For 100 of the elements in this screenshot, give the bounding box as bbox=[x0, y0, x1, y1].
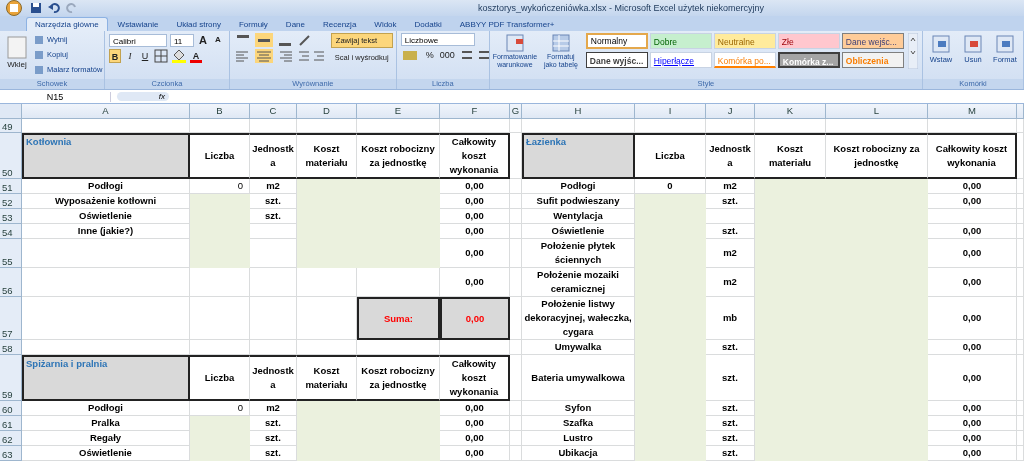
table-cell: 0,00 bbox=[440, 209, 510, 224]
borders-icon[interactable] bbox=[154, 49, 168, 63]
table-cell: 0,00 bbox=[440, 431, 510, 446]
ribbon-tab[interactable]: Dodatki bbox=[406, 18, 450, 31]
row-number[interactable]: 54 bbox=[0, 224, 22, 239]
number-format-field[interactable]: Liczbowe bbox=[400, 33, 475, 46]
input-cell bbox=[190, 446, 250, 461]
column-header-cell: Jednostka bbox=[250, 133, 297, 179]
row-number[interactable]: 58 bbox=[0, 340, 22, 355]
table-cell: 0,00 bbox=[440, 446, 510, 461]
column-header[interactable]: J bbox=[706, 104, 755, 119]
font-name-field[interactable]: Calibri bbox=[109, 33, 167, 47]
table-cell: Inne (jakie?) bbox=[22, 224, 190, 239]
row-number[interactable]: 53 bbox=[0, 209, 22, 224]
empty-cell bbox=[190, 119, 250, 133]
column-header[interactable]: H bbox=[522, 104, 635, 119]
table-cell: 0,00 bbox=[928, 194, 1017, 209]
column-header-cell: Całkowity koszt wykonania bbox=[440, 133, 510, 179]
empty-cell bbox=[706, 119, 755, 133]
font-style-button[interactable]: B bbox=[109, 49, 121, 63]
font-color-button[interactable]: A bbox=[190, 49, 202, 63]
cell-style-item[interactable]: Dane wyjśc... bbox=[585, 52, 648, 68]
table-cell: 0,00 bbox=[440, 224, 510, 239]
percent-button[interactable]: % bbox=[423, 48, 436, 62]
row-number[interactable]: 50 bbox=[0, 133, 22, 179]
column-header[interactable]: L bbox=[826, 104, 928, 119]
row-number[interactable]: 61 bbox=[0, 416, 22, 431]
row-number[interactable]: 62 bbox=[0, 431, 22, 446]
empty-cell bbox=[297, 340, 357, 355]
row-number[interactable]: 51 bbox=[0, 179, 22, 194]
thousands-button[interactable]: 000 bbox=[438, 48, 456, 62]
input-cell bbox=[190, 194, 250, 209]
ribbon-tab[interactable]: Narzędzia główne bbox=[26, 17, 108, 31]
font-size-field[interactable]: 11 bbox=[170, 33, 194, 47]
sum-cell: 0,00 bbox=[440, 297, 510, 340]
row-number[interactable]: 56 bbox=[0, 268, 22, 297]
column-header[interactable]: C bbox=[250, 104, 297, 119]
ribbon-tab[interactable]: Układ strony bbox=[168, 18, 229, 31]
font-style-button[interactable]: I bbox=[124, 49, 136, 63]
fill-color-icon[interactable] bbox=[171, 49, 187, 63]
column-header-cell: Liczba bbox=[190, 355, 250, 401]
empty-cell bbox=[510, 355, 522, 401]
save-icon[interactable] bbox=[30, 2, 42, 14]
cells-icon bbox=[930, 33, 952, 55]
row-number[interactable]: 49 bbox=[0, 119, 22, 133]
empty-cell bbox=[755, 119, 826, 133]
column-header[interactable]: A bbox=[22, 104, 190, 119]
row-number[interactable]: 52 bbox=[0, 194, 22, 209]
font-style-button[interactable]: U bbox=[139, 49, 151, 63]
empty-cell bbox=[510, 194, 522, 209]
grow-font-button[interactable]: A bbox=[197, 33, 209, 47]
column-header[interactable]: B bbox=[190, 104, 250, 119]
name-box[interactable]: N15 bbox=[0, 91, 111, 102]
empty-cell bbox=[510, 416, 522, 431]
empty-cell bbox=[635, 119, 706, 133]
row-number[interactable]: 57 bbox=[0, 297, 22, 340]
tool-icon bbox=[34, 49, 44, 60]
column-header[interactable]: E bbox=[357, 104, 440, 119]
ribbon-tab[interactable]: Wstawianie bbox=[109, 18, 167, 31]
row-number[interactable]: 59 bbox=[0, 355, 22, 401]
row-number[interactable]: 60 bbox=[0, 401, 22, 416]
cell-style-item[interactable]: Neutralne bbox=[713, 33, 776, 49]
cell-style-item[interactable]: Dane wejśc... bbox=[841, 33, 904, 49]
table-cell: 0,00 bbox=[928, 297, 1017, 340]
table-cell: Oświetlenie bbox=[22, 209, 190, 224]
cell-style-item[interactable]: Dobre bbox=[649, 33, 712, 49]
function-button[interactable]: fx bbox=[117, 92, 169, 101]
ribbon-tab[interactable]: Dane bbox=[277, 18, 313, 31]
paste-button[interactable]: Wklej bbox=[4, 33, 30, 71]
column-header[interactable]: D bbox=[297, 104, 357, 119]
section-title: Kotłownia bbox=[22, 133, 190, 179]
cell-style-item[interactable]: Normalny bbox=[585, 33, 648, 49]
scroll-arrows-icon[interactable] bbox=[907, 33, 918, 69]
table-cell: Oświetlenie bbox=[22, 446, 190, 461]
vertical-align-icon[interactable] bbox=[254, 33, 273, 47]
shrink-font-button[interactable]: A bbox=[212, 33, 224, 47]
table-cell: Pralka bbox=[22, 416, 190, 431]
column-header[interactable]: F bbox=[440, 104, 510, 119]
ribbon-tab[interactable]: Recenzja bbox=[315, 18, 365, 31]
ribbon-tab[interactable]: ABBYY PDF Transformer+ bbox=[451, 18, 563, 31]
empty-cell bbox=[190, 297, 250, 340]
cell-style-item[interactable]: Złe bbox=[777, 33, 840, 49]
cells-icon bbox=[962, 33, 984, 55]
ribbon-tab[interactable]: Widok bbox=[366, 18, 405, 31]
empty-cell bbox=[510, 446, 522, 461]
table-cell: 0,00 bbox=[928, 268, 1017, 297]
column-header-cell: Liczba bbox=[635, 133, 706, 179]
column-header[interactable]: M bbox=[928, 104, 1017, 119]
cell-style-item[interactable]: Hiperłącze bbox=[649, 52, 712, 68]
column-header[interactable]: I bbox=[635, 104, 706, 119]
table-cell: 0,00 bbox=[440, 179, 510, 194]
row-number[interactable]: 55 bbox=[0, 239, 22, 268]
undo-icon[interactable] bbox=[48, 2, 60, 14]
ribbon-tab[interactable]: Formuły bbox=[230, 18, 276, 31]
column-header[interactable]: G bbox=[510, 104, 522, 119]
empty-cell bbox=[510, 340, 522, 355]
office-logo-icon[interactable] bbox=[4, 0, 24, 16]
table-cell: Wyposażenie kotłowni bbox=[22, 194, 190, 209]
row-number[interactable]: 63 bbox=[0, 446, 22, 461]
column-header[interactable]: K bbox=[755, 104, 826, 119]
